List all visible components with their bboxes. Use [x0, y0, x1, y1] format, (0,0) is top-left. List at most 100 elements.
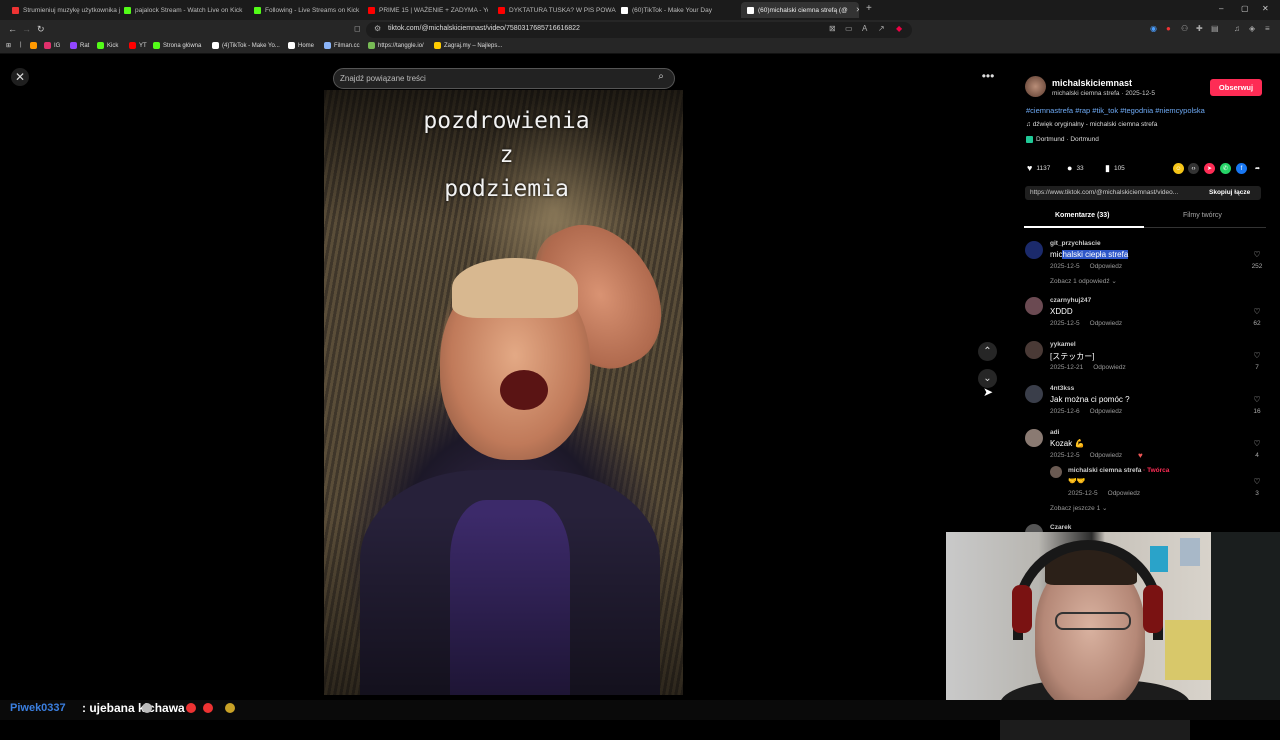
- more-options-icon[interactable]: •••: [978, 69, 998, 85]
- comment-like-icon[interactable]: ♡: [1251, 307, 1263, 316]
- site-info-icon[interactable]: ⚙: [374, 24, 381, 33]
- comment-username[interactable]: czarnyhuj247: [1050, 297, 1091, 304]
- forward-icon[interactable]: →: [22, 24, 31, 34]
- reply-avatar[interactable]: [1050, 466, 1062, 478]
- like-stat[interactable]: ♥ 1137: [1027, 163, 1050, 173]
- browser-tab[interactable]: pajalock Stream - Watch Live on Kick: [124, 2, 244, 18]
- comment-like-icon[interactable]: ♡: [1251, 250, 1263, 259]
- comment-stat[interactable]: ● 33: [1067, 163, 1084, 173]
- maximize-icon[interactable]: ▢: [1241, 4, 1249, 13]
- comment-like-icon[interactable]: ♡: [1251, 439, 1263, 448]
- url-text[interactable]: tiktok.com/@michalskiciemnast/video/7580…: [388, 25, 580, 32]
- previous-video-button[interactable]: ⌃: [978, 342, 997, 361]
- sidebar-icon[interactable]: ▤: [1211, 24, 1219, 33]
- comment-avatar[interactable]: [1025, 429, 1043, 447]
- wallet-icon[interactable]: ◈: [1249, 24, 1255, 33]
- view-more-replies-button[interactable]: Zobacz jeszcze 1 ⌄: [1050, 504, 1107, 512]
- bookmark-item[interactable]: Strona główna: [153, 42, 201, 49]
- comment-meta: 2025-12-5 Odpowiedz: [1050, 452, 1122, 459]
- bookmark-item[interactable]: Filman.cc: [324, 42, 360, 49]
- browser-tab[interactable]: (60)michalski ciemna strefą (@ ✕: [741, 2, 859, 18]
- media-icon[interactable]: ⊠: [829, 24, 836, 33]
- browser-tab[interactable]: DYKTATURA TUSKA? W PIS POWARI: [498, 2, 616, 18]
- minimize-icon[interactable]: –: [1219, 4, 1223, 13]
- menu-icon[interactable]: ≡: [1265, 24, 1270, 33]
- bookmark-item[interactable]: (4)TikTok - Make Yo...: [212, 42, 280, 49]
- reply-button[interactable]: Odpowiedz: [1090, 408, 1123, 415]
- back-icon[interactable]: ←: [8, 24, 17, 34]
- comment-username[interactable]: 4nt3kss: [1050, 385, 1074, 392]
- post-music[interactable]: ♫ dźwięk oryginalny - michalski ciemna s…: [1026, 121, 1157, 128]
- brave-shield-icon[interactable]: ◆: [896, 24, 902, 33]
- cast-icon[interactable]: ▭: [845, 24, 853, 33]
- browser-tab[interactable]: Strumieniuj muzykę użytkownika jnn: [12, 2, 120, 18]
- author-avatar[interactable]: [1025, 76, 1046, 97]
- reply-button[interactable]: Odpowiedz: [1093, 364, 1126, 371]
- music-label: dźwięk oryginalny - michalski ciemna str…: [1032, 121, 1158, 128]
- comment-avatar[interactable]: [1025, 341, 1043, 359]
- bookmark-label: Zagraj.my – Najleps...: [444, 42, 503, 49]
- reply-button[interactable]: Odpowiedz: [1108, 490, 1141, 497]
- reply-username[interactable]: michalski ciemna strefa · Twórca: [1068, 467, 1169, 474]
- bookmark-item[interactable]: Home: [288, 42, 314, 49]
- comment-like-icon[interactable]: ♡: [1251, 395, 1263, 404]
- reload-icon[interactable]: ↻: [37, 24, 45, 35]
- tab-comments[interactable]: Komentarze (33): [1055, 212, 1109, 219]
- comment-avatar[interactable]: [1025, 297, 1043, 315]
- translate-icon[interactable]: A: [862, 24, 867, 33]
- video-link[interactable]: https://www.tiktok.com/@michalskiciemnas…: [1030, 189, 1200, 196]
- bookmark-item[interactable]: IG: [44, 42, 60, 49]
- tab-favicon-icon: [747, 6, 754, 14]
- reply-button[interactable]: Odpowiedz: [1090, 263, 1123, 270]
- comment-username[interactable]: Czarek: [1050, 524, 1071, 531]
- close-window-icon[interactable]: ✕: [1262, 4, 1269, 13]
- comment-text-start: mic: [1050, 250, 1063, 259]
- view-replies-button[interactable]: Zobacz 1 odpowiedź ⌄: [1050, 277, 1117, 285]
- music-icon[interactable]: ♫: [1234, 24, 1240, 33]
- puzzle-icon[interactable]: ✚: [1196, 24, 1203, 33]
- tab-close-icon[interactable]: ✕: [856, 6, 859, 14]
- send-icon[interactable]: ➤: [1204, 163, 1215, 174]
- save-stat[interactable]: ▮ 105: [1105, 163, 1125, 174]
- comment-avatar[interactable]: [1025, 385, 1043, 403]
- new-tab-button[interactable]: +: [866, 3, 872, 14]
- whatsapp-icon[interactable]: ✆: [1220, 163, 1231, 174]
- bookmark-item[interactable]: YT: [129, 42, 147, 49]
- share-icon[interactable]: ➦: [1252, 163, 1263, 174]
- close-video-button[interactable]: ✕: [11, 68, 29, 86]
- extension-icon[interactable]: ⚇: [1181, 24, 1188, 33]
- comment-username[interactable]: git_przychlascie: [1050, 240, 1101, 247]
- copy-link-button[interactable]: Skopiuj łącze: [1209, 189, 1250, 196]
- post-hashtags[interactable]: #ciemnastrefa #rap #tik_tok #tegodnia #n…: [1026, 106, 1205, 115]
- post-location[interactable]: Dortmund · Dortmund: [1026, 136, 1099, 143]
- bookmark-favicon-icon: [30, 42, 37, 49]
- extension-icon[interactable]: ●: [1166, 24, 1171, 33]
- author-username[interactable]: michalskiciemnast: [1052, 78, 1132, 88]
- bookmark-item[interactable]: Zagraj.my – Najleps...: [434, 42, 502, 49]
- comment-like-icon[interactable]: ♡: [1251, 351, 1263, 360]
- comment-username[interactable]: adi: [1050, 429, 1059, 436]
- browser-tab[interactable]: (60)TikTok - Make Your Day: [621, 2, 733, 18]
- comment-like-count: 252: [1251, 263, 1263, 270]
- apps-icon[interactable]: ⊞: [6, 42, 11, 49]
- reply-button[interactable]: Odpowiedz: [1090, 452, 1123, 459]
- reply-button[interactable]: Odpowiedz: [1090, 320, 1123, 327]
- bookmark-icon[interactable]: ◻: [354, 24, 361, 33]
- bookmark-item[interactable]: Kick: [97, 42, 118, 49]
- browser-tab[interactable]: Following - Live Streams on Kick: [254, 2, 362, 18]
- browser-tab[interactable]: PRIME 15 | WAŻENIE + ZADYMA - Yo: [368, 2, 488, 18]
- search-icon[interactable]: ⌕: [654, 71, 668, 85]
- comment-username[interactable]: yykamel: [1050, 341, 1076, 348]
- emoji-share-icon[interactable]: ☺: [1173, 163, 1184, 174]
- comment-avatar[interactable]: [1025, 241, 1043, 259]
- follow-button[interactable]: Obserwuj: [1210, 79, 1262, 96]
- embed-icon[interactable]: ‹›: [1188, 163, 1199, 174]
- tab-creator-videos[interactable]: Filmy twórcy: [1183, 212, 1222, 219]
- bookmark-item[interactable]: https://tanggle.io/: [368, 42, 424, 49]
- facebook-icon[interactable]: f: [1236, 163, 1247, 174]
- bookmark-item[interactable]: Rat: [70, 42, 89, 49]
- bookmark-item[interactable]: [30, 42, 40, 49]
- share-page-icon[interactable]: ↗: [878, 24, 885, 33]
- extension-icon[interactable]: ◉: [1150, 24, 1157, 33]
- reply-like-icon[interactable]: ♡: [1251, 477, 1263, 486]
